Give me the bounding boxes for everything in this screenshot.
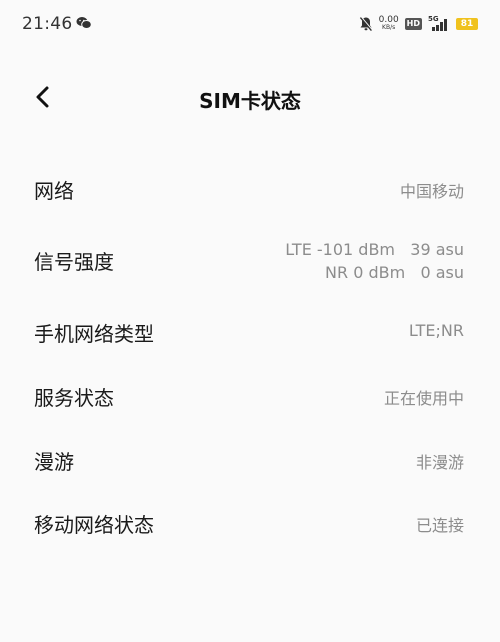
network-speed-unit: KB/s [382, 24, 396, 31]
hd-badge: HD [404, 18, 422, 30]
row-signal-strength: 信号强度 LTE -101 dBm 39 asu NR 0 dBm 0 asu [0, 238, 500, 284]
battery-icon: 81 [456, 18, 478, 30]
battery-level: 81 [460, 19, 474, 29]
screen: 21:46 0.00 KB/s HD 5G 81 SIM卡状态 网络 中国移动 … [0, 0, 500, 642]
status-time: 21:46 [22, 14, 73, 34]
row-label-signal-strength: 信号强度 [34, 250, 114, 274]
mute-icon [359, 16, 373, 32]
row-service-status: 服务状态 正在使用中 [0, 379, 500, 413]
row-label-roaming: 漫游 [34, 450, 74, 474]
wechat-icon [76, 17, 92, 29]
signal-line-nr: NR 0 dBm 0 asu [325, 263, 464, 282]
row-label-network: 网络 [34, 179, 74, 203]
row-label-network-type: 手机网络类型 [34, 322, 154, 346]
row-network-type: 手机网络类型 LTE;NR [0, 315, 500, 349]
row-value-mobile-network-status: 已连接 [415, 516, 464, 535]
row-label-mobile-network-status: 移动网络状态 [34, 513, 154, 537]
row-roaming: 漫游 非漫游 [0, 443, 500, 477]
row-label-service-status: 服务状态 [34, 386, 114, 410]
row-value-network-type: LTE;NR [408, 321, 464, 340]
row-value-service-status: 正在使用中 [383, 389, 464, 408]
network-speed: 0.00 KB/s [379, 16, 399, 32]
network-speed-value: 0.00 [378, 15, 399, 25]
row-value-signal-strength: LTE -101 dBm 39 asu NR 0 dBm 0 asu [285, 238, 464, 284]
status-bar: 21:46 0.00 KB/s HD 5G 81 [0, 0, 500, 52]
signal-line-lte: LTE -101 dBm 39 asu [285, 240, 464, 259]
page-title: SIM卡状态 [199, 89, 301, 113]
signal-icon: 5G [428, 15, 450, 32]
row-mobile-network-status: 移动网络状态 已连接 [0, 506, 500, 540]
header: SIM卡状态 [0, 70, 500, 126]
status-indicators: 0.00 KB/s HD 5G 81 [359, 12, 478, 36]
row-value-roaming: 非漫游 [415, 453, 464, 472]
row-network: 网络 中国移动 [0, 172, 500, 206]
row-value-network: 中国移动 [399, 182, 464, 201]
